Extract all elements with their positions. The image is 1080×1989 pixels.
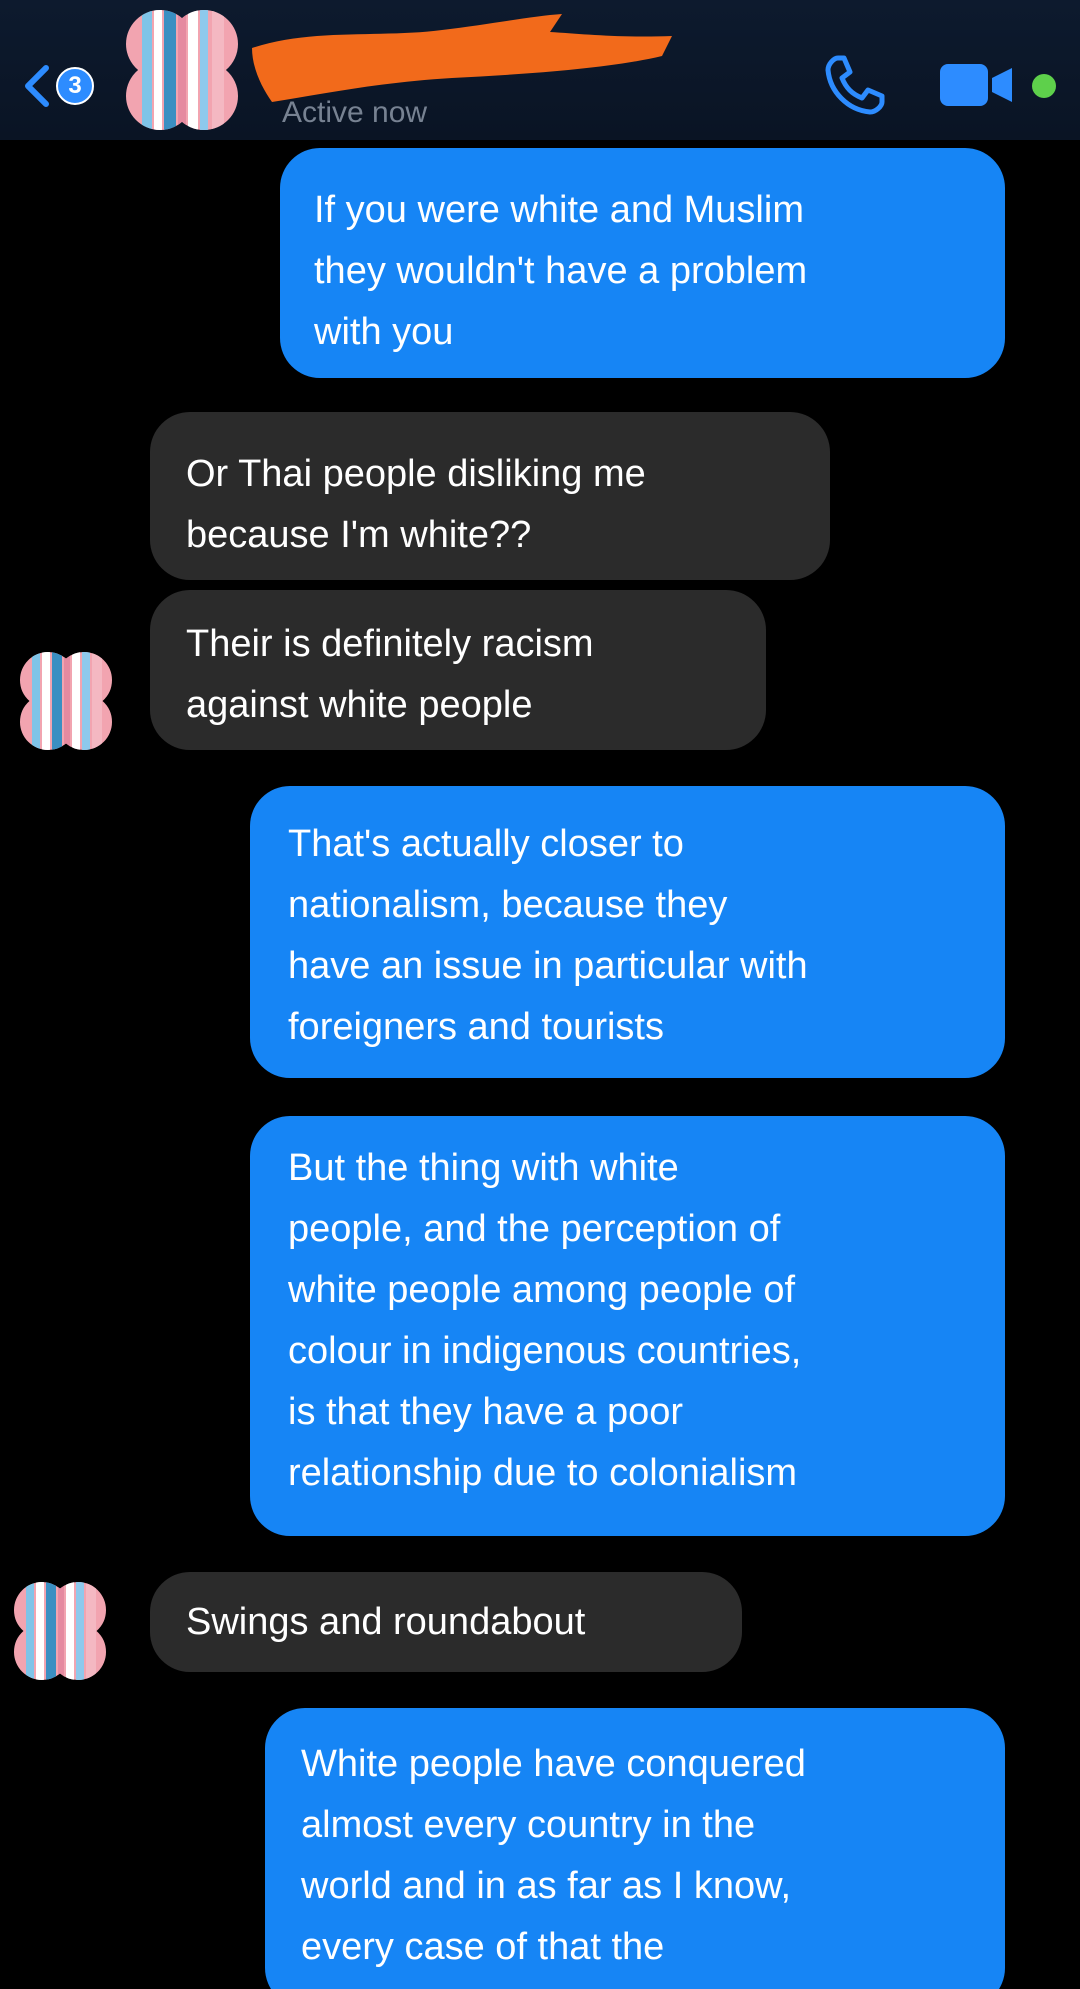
phone-icon[interactable] <box>820 50 890 120</box>
contact-avatar[interactable] <box>120 4 244 136</box>
message-received[interactable]: Their is definitely racism against white… <box>150 590 766 750</box>
name-redaction-scribble <box>252 14 672 102</box>
message-sent[interactable]: But the thing with white people, and the… <box>250 1116 1005 1536</box>
message-received[interactable]: Swings and roundabout <box>150 1572 742 1672</box>
message-sent[interactable]: That's actually closer to nationalism, b… <box>250 786 1005 1078</box>
contact-avatar-small[interactable] <box>8 1576 112 1686</box>
chevron-left-icon <box>25 65 49 107</box>
chat-header: 3 Active now <box>0 0 1080 140</box>
active-status: Active now <box>282 96 428 129</box>
online-indicator <box>1032 74 1056 98</box>
video-camera-icon[interactable] <box>938 62 1018 108</box>
unread-count-badge: 3 <box>56 67 94 105</box>
message-sent[interactable]: If you were white and Muslim they wouldn… <box>280 148 1005 378</box>
message-received[interactable]: Or Thai people disliking me because I'm … <box>150 412 830 580</box>
messenger-chat-screen: 3 Active now If you were white and Musli… <box>0 0 1080 1989</box>
contact-avatar-small[interactable] <box>14 646 118 756</box>
message-sent[interactable]: White people have conquered almost every… <box>265 1708 1005 1989</box>
back-button[interactable]: 3 <box>22 58 110 114</box>
